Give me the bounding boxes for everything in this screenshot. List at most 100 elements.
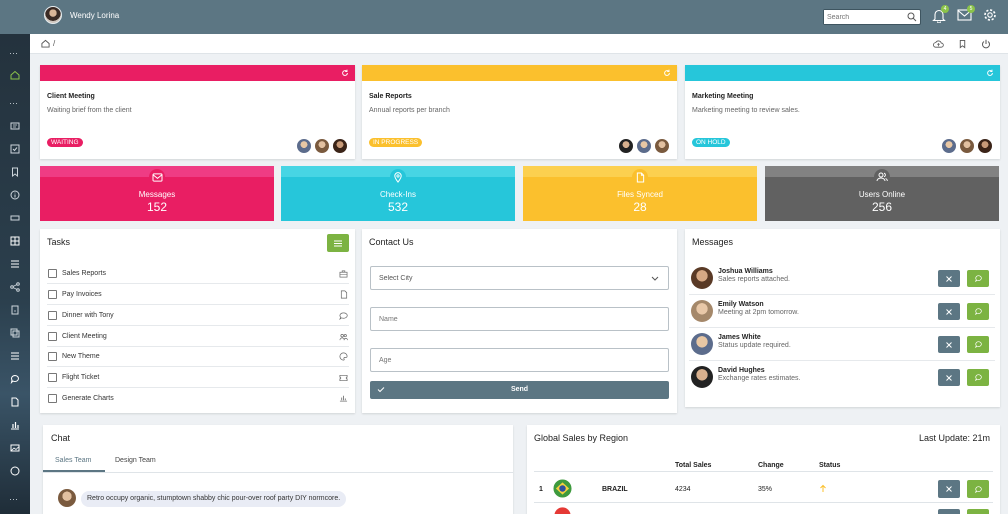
dismiss-button[interactable] (938, 369, 960, 386)
cloud-upload-icon[interactable] (933, 39, 944, 49)
avatar[interactable] (654, 138, 670, 154)
avatar[interactable] (296, 138, 312, 154)
dismiss-button[interactable] (938, 303, 960, 320)
avatar[interactable] (691, 267, 713, 289)
tab-design-team[interactable]: Design Team (115, 457, 156, 464)
settings-button[interactable] (983, 8, 997, 24)
sidebar-item-tasks[interactable] (7, 141, 23, 157)
reply-button[interactable] (967, 303, 989, 320)
sidebar-item-images[interactable] (7, 440, 23, 456)
task-checkbox[interactable] (48, 393, 57, 403)
name-input[interactable] (371, 308, 668, 330)
task-row[interactable]: Flight Ticket (47, 368, 349, 388)
sidebar-more-icon[interactable]: ··· (9, 49, 18, 58)
send-button[interactable]: Send (370, 381, 669, 399)
refresh-icon[interactable] (341, 69, 349, 77)
info-card-client-meeting[interactable]: Client Meeting Waiting brief from the cl… (40, 65, 355, 159)
refresh-icon[interactable] (986, 69, 994, 77)
search-box[interactable] (823, 9, 921, 25)
age-input[interactable] (371, 349, 668, 371)
task-row[interactable]: Pay Invoices (47, 285, 349, 305)
sidebar-item-chat[interactable] (7, 371, 23, 387)
dismiss-button[interactable] (938, 336, 960, 353)
sidebar-item-charts[interactable] (7, 417, 23, 433)
chat-row-button[interactable] (967, 480, 989, 498)
dismiss-button[interactable] (938, 270, 960, 287)
message-row[interactable]: David Hughes Exchange rates estimates. (689, 361, 995, 394)
task-checkbox[interactable] (48, 373, 57, 382)
avatar[interactable] (691, 333, 713, 355)
stat-tile-files-synced[interactable]: Files Synced 28 (523, 166, 757, 221)
card-title: Client Meeting (47, 93, 95, 100)
sidebar-item-info[interactable] (7, 187, 23, 203)
home-icon[interactable] (41, 39, 50, 48)
mail-button[interactable]: 5 (957, 5, 975, 24)
reply-button[interactable] (967, 369, 989, 386)
message-row[interactable]: Joshua Williams Sales reports attached. (689, 262, 995, 295)
sidebar-item-forms[interactable] (7, 210, 23, 226)
avatar[interactable] (58, 489, 76, 507)
sidebar-item-list[interactable] (7, 256, 23, 272)
avatar[interactable] (691, 366, 713, 388)
city-dropdown[interactable]: Select City (371, 267, 668, 289)
refresh-icon[interactable] (663, 69, 671, 77)
name-field[interactable] (370, 307, 669, 331)
bookmark-icon[interactable] (958, 39, 967, 49)
message-row[interactable]: James White Status update required. (689, 328, 995, 361)
stat-tile-messages[interactable]: Messages 152 (40, 166, 274, 221)
avatar[interactable] (977, 138, 993, 154)
message-row[interactable]: Emily Watson Meeting at 2pm tomorrow. (689, 295, 995, 328)
delete-row-button[interactable] (938, 480, 960, 498)
avatar[interactable] (636, 138, 652, 154)
sidebar-item-id-card[interactable] (7, 118, 23, 134)
task-checkbox[interactable] (48, 269, 57, 278)
tasks-menu-button[interactable] (327, 234, 349, 252)
avatar[interactable] (691, 300, 713, 322)
sidebar-item-grid[interactable] (7, 233, 23, 249)
sidebar-item-menu[interactable] (7, 348, 23, 364)
sidebar-more-icon[interactable]: ··· (9, 495, 18, 504)
info-card-marketing-meeting[interactable]: Marketing Meeting Marketing meeting to r… (685, 65, 1000, 159)
sidebar-item-document[interactable] (7, 394, 23, 410)
row-country: BRAZIL (602, 486, 628, 493)
info-card-sale-reports[interactable]: Sale Reports Annual reports per branch I… (362, 65, 677, 159)
search-input[interactable] (824, 10, 900, 24)
user-avatar[interactable] (44, 6, 62, 24)
sidebar-item-circle[interactable] (7, 463, 23, 479)
sidebar-item-home[interactable] (7, 67, 23, 83)
sidebar-more-icon[interactable]: ··· (9, 99, 18, 108)
task-checkbox[interactable] (48, 332, 57, 341)
avatar[interactable] (332, 138, 348, 154)
sidebar-item-file[interactable] (7, 302, 23, 318)
task-checkbox[interactable] (48, 352, 57, 361)
stat-tile-users-online[interactable]: Users Online 256 (765, 166, 999, 221)
circle-icon (10, 466, 20, 476)
task-checkbox[interactable] (48, 311, 57, 320)
age-field[interactable] (370, 348, 669, 372)
notifications-button[interactable]: 4 (932, 5, 949, 25)
chat-row-button[interactable] (967, 509, 989, 514)
sidebar-item-share[interactable] (7, 279, 23, 295)
avatar[interactable] (959, 138, 975, 154)
task-row[interactable]: Generate Charts (47, 388, 349, 408)
task-row[interactable]: Client Meeting (47, 327, 349, 347)
task-checkbox[interactable] (48, 290, 57, 299)
task-row[interactable]: Sales Reports (47, 264, 349, 284)
stat-tile-check-ins[interactable]: Check-Ins 532 (281, 166, 515, 221)
delete-row-button[interactable] (938, 509, 960, 514)
sidebar-item-copy[interactable] (7, 325, 23, 341)
user-name[interactable]: Wendy Lorina (70, 11, 119, 20)
power-icon[interactable] (981, 39, 991, 49)
location-pin-icon (390, 169, 406, 185)
reply-button[interactable] (967, 270, 989, 287)
tab-sales-team[interactable]: Sales Team (55, 457, 91, 464)
sidebar-item-bookmarks[interactable] (7, 164, 23, 180)
task-row[interactable]: New Theme (47, 347, 349, 367)
reply-button[interactable] (967, 336, 989, 353)
search-icon[interactable] (907, 12, 917, 22)
task-row[interactable]: Dinner with Tony (47, 306, 349, 326)
avatar[interactable] (618, 138, 634, 154)
avatar[interactable] (941, 138, 957, 154)
avatar[interactable] (314, 138, 330, 154)
city-select[interactable]: Select City (370, 266, 669, 290)
